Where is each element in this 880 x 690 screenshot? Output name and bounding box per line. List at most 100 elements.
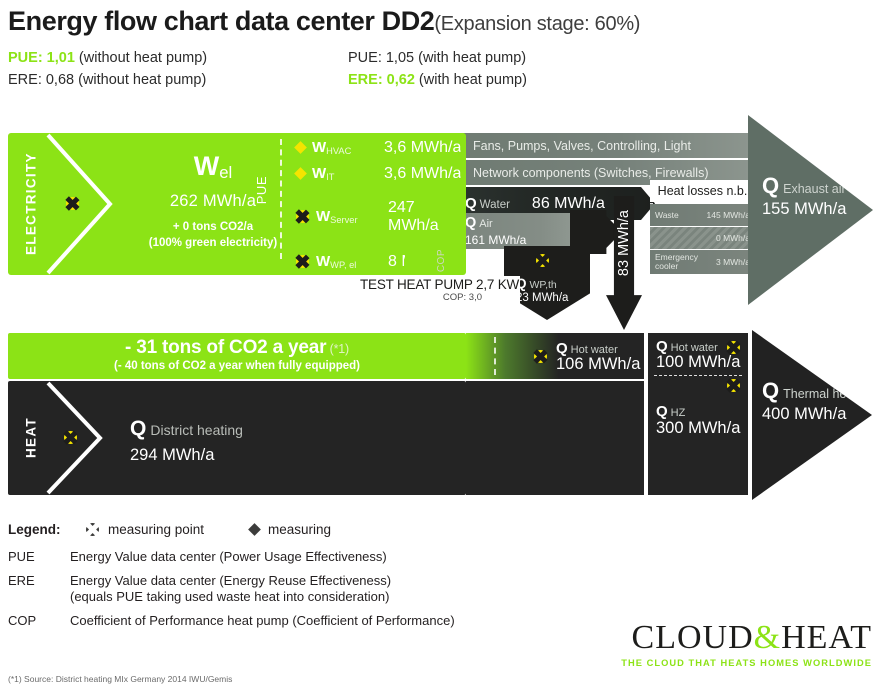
electricity-note-line2: (100% green electricity) (148, 236, 278, 249)
consumer-detail-hvac-label: Fans, Pumps, Valves, Controlling, Light (473, 138, 691, 153)
legend-entry-cop-key: COP (8, 612, 37, 628)
heat-losses-row-emergency-cooler-label: Emergency cooler (655, 252, 698, 271)
district-heating-summary: Q District heating 294 MWh/a (130, 417, 243, 465)
legend-entry-ere-text: Energy Value data center (Energy Reuse E… (70, 572, 392, 605)
page-title: Energy flow chart data center DD2(Expans… (8, 6, 640, 37)
consumer-row-it-name: WIT (312, 165, 335, 182)
heat-losses-divider-1 (650, 203, 755, 204)
heat-losses-row-emergency-cooler-value: 3 MWh/a (715, 257, 750, 267)
heat-pump-thermal-value: 23 MWh/a (516, 292, 569, 304)
electricity-value: 262 MWh/a (169, 192, 257, 210)
consumer-detail-hvac: Fans, Pumps, Valves, Controlling, Light (455, 133, 755, 158)
hz-value: 300 MWh/a (656, 419, 741, 437)
heat-losses-row-emergency-cooler: Emergency cooler 3 MWh/a (650, 250, 755, 274)
kpi-pue-without-heat-pump: PUE: 1,01 (without heat pump) (8, 50, 207, 66)
source-note: (*1) Source: District heating MIx German… (8, 674, 233, 684)
measuring-point-icon (727, 379, 740, 392)
chevron-icon (46, 381, 103, 495)
kpi-ere-with-heat-pump: ERE: 0,62 (with heat pump) (348, 72, 527, 88)
measuring-point-icon (534, 350, 547, 363)
legend-measuring-point: measuring point (86, 522, 250, 537)
kpi-ere-with-note: (with heat pump) (414, 72, 527, 88)
brand-logo: CLOUD&HEAT THE CLOUD THAT HEATS HOMES WO… (621, 619, 872, 669)
electricity-note: + 0 tons CO2/a (100% green electricity) (128, 220, 298, 251)
brand-name: CLOUD&HEAT (631, 619, 872, 656)
legend-measuring-point-label: measuring point (108, 522, 205, 537)
legend-measuring-label: measuring (268, 522, 332, 537)
q-water-value: 86 MWh/a (531, 194, 605, 212)
heat-pump-label: TEST HEAT PUMP 2,7 KW COP: 3,0 (360, 276, 520, 308)
legend-entry-pue-key: PUE (8, 549, 35, 564)
kpi-pue-without-value: PUE: 1,01 (8, 50, 75, 66)
divider-hvac-it (455, 158, 755, 160)
thermal-heat-text: Q Thermal heat 400 MWh/a (762, 380, 857, 424)
legend-entry-ere: ERE Energy Value data center (Energy Reu… (8, 573, 628, 606)
consumer-row-it-value: 3,6 MWh/a (384, 164, 462, 182)
hot-water-106-band: Q Hot water 106 MWh/a (466, 333, 644, 379)
district-heating-label: Q District heating (130, 417, 243, 440)
thermal-heat-value: 400 MWh/a (762, 405, 847, 423)
measuring-point-icon (296, 255, 309, 268)
legend-entry-cop: COP Coefficient of Performance heat pump… (8, 613, 628, 630)
heat-section-label: HEAT (23, 417, 39, 459)
kpi-ere-without-heat-pump: ERE: 0,68 (without heat pump) (8, 72, 207, 88)
consumer-row-it: WIT 3,6 MWh/a (286, 162, 466, 185)
heat-losses-row-waste-label: Waste (655, 209, 679, 220)
measuring-point-icon (86, 523, 99, 536)
measuring-point-icon (296, 210, 309, 223)
heat-pump-title: TEST HEAT PUMP 2,7 KW (360, 277, 520, 292)
legend-entry-pue-text: Energy Value data center (Power Usage Ef… (70, 549, 387, 564)
consumer-row-hvac: WHVAC 3,6 MWh/a (286, 136, 466, 159)
heat-pump-thermal-label: Q WP,th (516, 276, 557, 291)
consumer-detail-it-label: Network components (Switches, Firewalls) (473, 165, 709, 180)
legend-measuring: measuring (248, 522, 332, 537)
consumer-row-server-name: WServer (316, 208, 358, 225)
kpi-pue-with-heat-pump: PUE: 1,05 (with heat pump) (348, 50, 527, 66)
thermal-heat-arrow: Q Thermal heat 400 MWh/a (752, 330, 872, 500)
pue-label: PUE (254, 176, 269, 205)
electricity-summary: Wel 262 MWh/a + 0 tons CO2/a (100% green… (128, 153, 298, 251)
heat-distribution-base (466, 381, 644, 495)
heat-losses-panel: Heat losses n.b. Waste 145 MWh/a 0 MWh/a… (650, 180, 755, 274)
heat-output-divider (654, 375, 742, 376)
legend-title: Legend: (8, 522, 61, 537)
legend-entry-pue: PUE Energy Value data center (Power Usag… (8, 549, 628, 566)
cop-arrow-label: COP (436, 249, 447, 273)
electricity-note-line1: + 0 tons CO2/a (172, 221, 254, 233)
electricity-symbol: Wel (193, 151, 233, 182)
heat-losses-title: Heat losses n.b. (650, 180, 755, 202)
chevron-icon (46, 133, 113, 275)
consumer-row-server: WServer 247 MWh/a (286, 188, 466, 245)
heat-losses-divider-2 (650, 226, 755, 227)
diamond-icon (296, 143, 305, 152)
thermal-heat-label: Q Thermal heat (762, 378, 857, 403)
hz-label: Q HZ (656, 403, 686, 420)
co2-savings-banner: - 31 tons of CO2 a year (*1) (- 40 tons … (8, 333, 466, 379)
measuring-point-icon (536, 254, 549, 267)
consumer-row-hvac-name: WHVAC (312, 139, 352, 156)
electricity-section-label: ELECTRICITY (23, 152, 39, 256)
hot-water-106-dashed-line (494, 337, 496, 375)
consumer-row-server-value: 247 MWh/a (388, 198, 439, 234)
exhaust-air-value: 155 MWh/a (762, 200, 847, 218)
title-main: Energy flow chart data center DD2 (8, 6, 435, 36)
energy-flow-chart: Energy flow chart data center DD2(Expans… (0, 0, 880, 690)
kpi-pue-without-note: (without heat pump) (74, 50, 208, 66)
diamond-icon (296, 169, 305, 178)
brand-tagline: THE CLOUD THAT HEATS HOMES WORLDWIDE (621, 658, 872, 668)
heat-losses-row-unlabeled-value: 0 MWh/a (715, 233, 750, 243)
legend: Legend: measuring point measuring PUE En… (8, 522, 628, 637)
exhaust-air-arrow: Q Exhaust air 155 MWh/a (748, 115, 873, 305)
heat-losses-row-waste: Waste 145 MWh/a (650, 204, 755, 226)
district-heating-value: 294 MWh/a (130, 446, 215, 464)
heat-losses-row-waste-value: 145 MWh/a (706, 210, 750, 220)
q-water-label: Q Water (465, 195, 510, 212)
vertical-flow-value: 83 MWh/a (616, 210, 632, 277)
legend-entry-cop-text: Coefficient of Performance heat pump (Co… (70, 612, 455, 628)
co2-savings-line2: (- 40 tons of CO2 a year when fully equi… (113, 360, 360, 372)
heat-output-column: Q Hot water 100 MWh/a Q HZ 300 MWh/a (648, 333, 748, 495)
title-subtitle: (Expansion stage: 60%) (434, 13, 641, 35)
exhaust-air-text: Q Exhaust air 155 MWh/a (762, 175, 846, 219)
consumer-row-hvac-value: 3,6 MWh/a (384, 138, 462, 156)
legend-entry-ere-key: ERE (8, 572, 35, 588)
